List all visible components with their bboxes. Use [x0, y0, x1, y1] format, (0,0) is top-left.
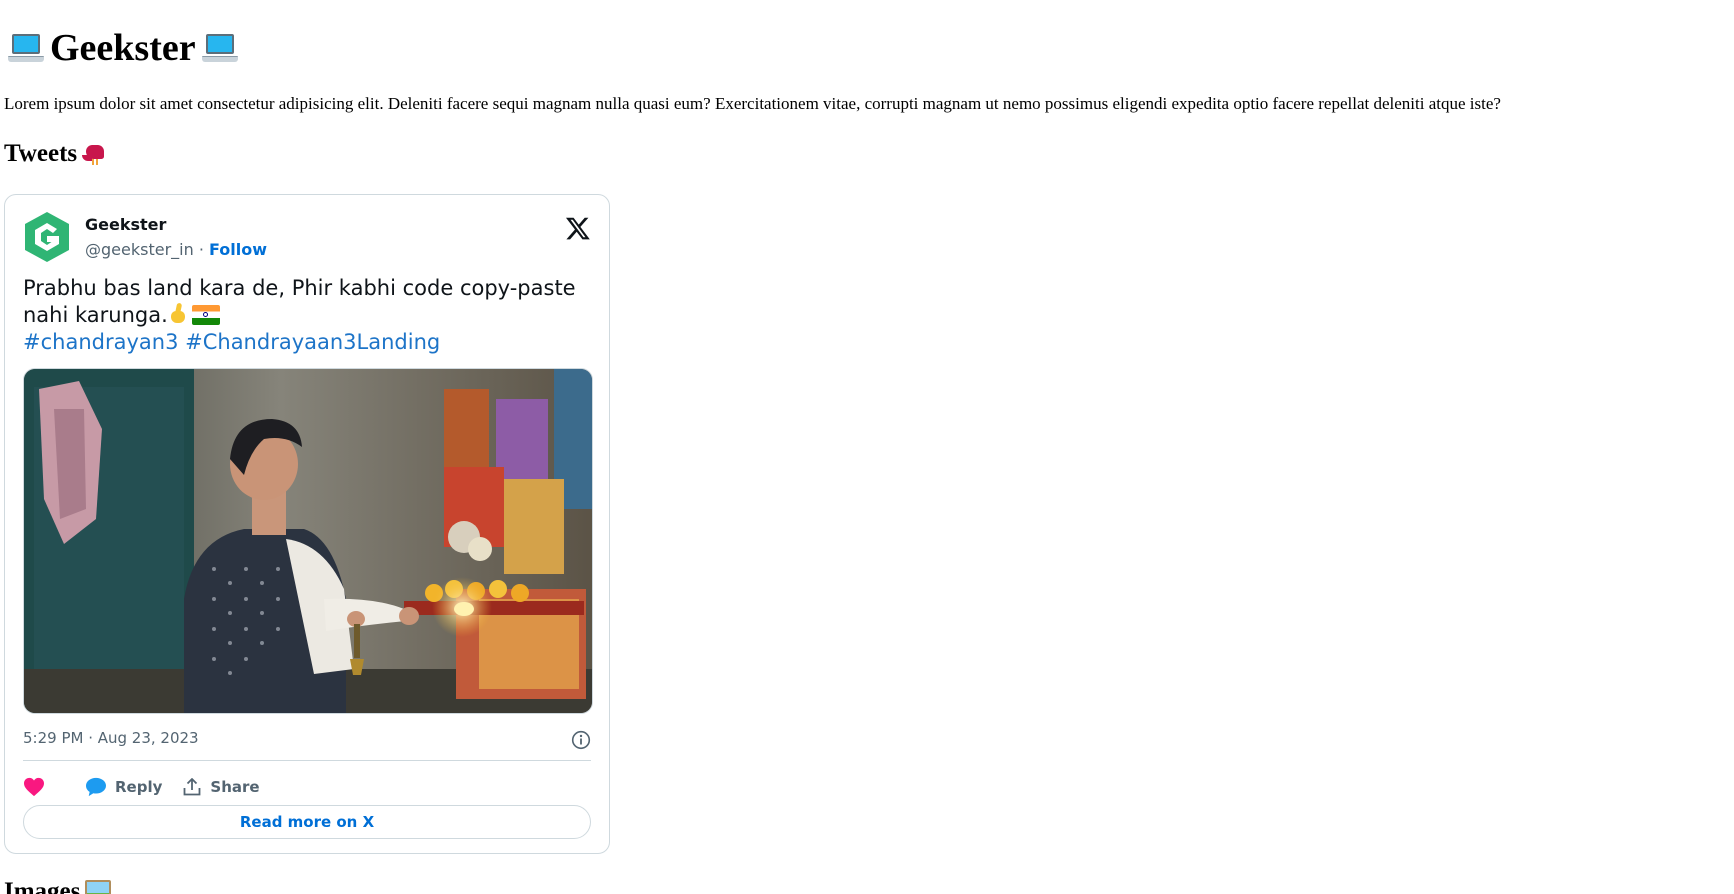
x-logo-icon[interactable]	[565, 215, 591, 241]
page-title: Geekster	[8, 26, 238, 70]
share-icon	[183, 778, 201, 796]
tweet-text-body: Prabhu bas land kara de, Phir kabhi code…	[23, 276, 576, 327]
follow-button[interactable]: Follow	[209, 240, 267, 259]
reply-label: Reply	[115, 778, 163, 796]
images-heading: Images	[4, 878, 112, 894]
tweet-meta: 5:29 PM · Aug 23, 2023	[23, 729, 591, 753]
tweet-actions: Reply Share	[23, 773, 260, 801]
hashtag-link[interactable]: #chandrayan3	[23, 330, 178, 354]
tweets-heading: Tweets	[4, 140, 108, 168]
read-more-label: Read more on X	[239, 813, 375, 831]
reply-bubble-icon	[86, 777, 106, 797]
tweet-divider	[23, 760, 591, 761]
bird-icon	[82, 141, 108, 167]
embedded-tweet[interactable]: Geekster @geekster_in · Follow Prabhu ba…	[4, 194, 610, 854]
laptop-icon	[8, 30, 44, 66]
tweet-header: Geekster @geekster_in · Follow	[23, 209, 591, 265]
author-name[interactable]: Geekster	[85, 215, 166, 234]
tweet-timestamp[interactable]: 5:29 PM · Aug 23, 2023	[23, 729, 199, 747]
reply-button[interactable]: Reply	[85, 777, 162, 797]
crossed-fingers-icon	[168, 303, 188, 325]
laptop-icon	[201, 30, 238, 66]
tweet-photo	[24, 369, 592, 713]
share-button[interactable]: Share	[182, 777, 260, 797]
author-handle[interactable]: @geekster_in	[85, 240, 194, 259]
like-button[interactable]	[23, 777, 53, 797]
tweet-media-image[interactable]	[23, 368, 593, 714]
tweet-text: Prabhu bas land kara de, Phir kabhi code…	[23, 275, 593, 356]
share-label: Share	[210, 778, 260, 796]
image-icon	[85, 880, 112, 894]
hashtag-link[interactable]: #Chandrayaan3Landing	[185, 330, 440, 354]
heart-icon	[24, 777, 44, 797]
images-heading-text: Images	[4, 878, 81, 894]
read-more-button[interactable]: Read more on X	[23, 805, 591, 839]
india-flag-icon	[191, 305, 220, 325]
page-title-text: Geekster	[50, 27, 196, 69]
tweets-heading-text: Tweets	[4, 140, 78, 167]
intro-paragraph: Lorem ipsum dolor sit amet consectetur a…	[4, 94, 1501, 113]
info-icon[interactable]	[571, 730, 591, 750]
author-handle-line: @geekster_in · Follow	[85, 240, 267, 259]
handle-separator: ·	[193, 240, 209, 259]
avatar[interactable]	[23, 211, 71, 263]
